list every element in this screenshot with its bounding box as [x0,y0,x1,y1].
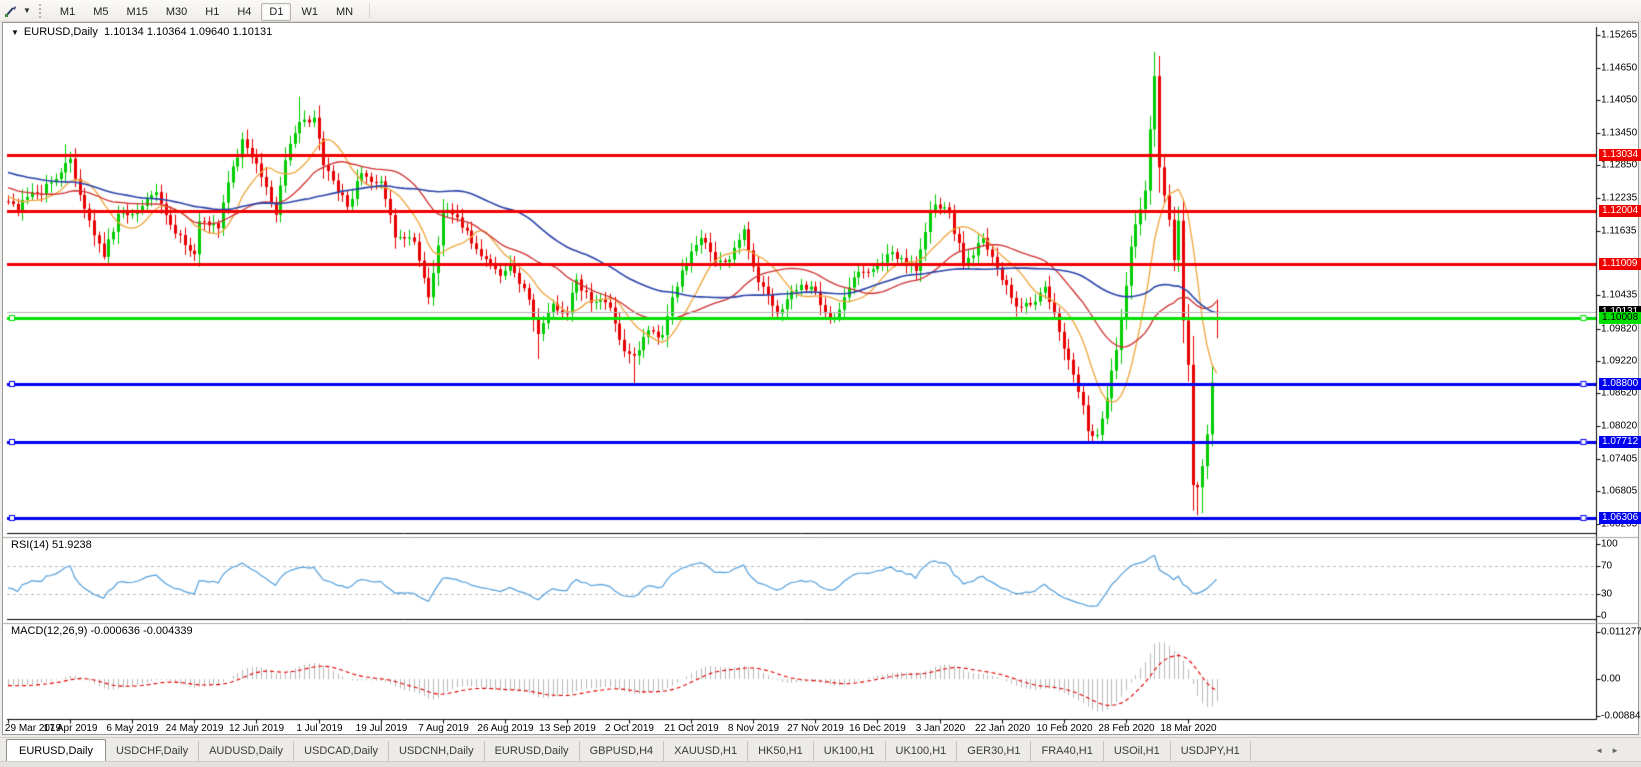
chart-tab-HK50-H1[interactable]: HK50,H1 [748,741,814,762]
chart-tab-USDCHF-Daily[interactable]: USDCHF,Daily [106,741,200,762]
chart-tabs: EURUSD,Daily USDCHF,Daily AUDUSD,Daily USDC… [0,738,1251,763]
chart-tab-UK100-H1[interactable]: UK100,H1 [814,741,886,762]
chart-tab-UK100-H1[interactable]: UK100,H1 [886,741,958,762]
toolbar-grip[interactable] [38,3,43,18]
chart-tab-USDCNH-Daily[interactable]: USDCNH,Daily [389,741,485,762]
timeframe-button-MN[interactable]: MN [328,3,361,21]
chart-tab-XAUUSD-H1[interactable]: XAUUSD,H1 [664,741,749,762]
chart-tab-AUDUSD-Daily[interactable]: AUDUSD,Daily [199,741,295,762]
tab-scroll-left-icon[interactable]: ◄ [1595,746,1611,755]
chart-window: ▼ EURUSD,Daily 1.10134 1.10364 1.09640 1.… [2,22,1641,735]
timeframe-button-W1[interactable]: W1 [293,3,326,21]
timeframe-button-M1[interactable]: M1 [52,3,83,21]
timeframe-button-D1[interactable]: D1 [261,2,292,21]
chart-tab-GER30-H1[interactable]: GER30,H1 [957,741,1032,762]
tab-scroll-arrows: ◄► [1595,746,1627,755]
mt4-terminal: ▼ M1 M5 M15 M30 H1 H4 D1 W1 MN ▼ EURUSD,Daily 1.1… [0,0,1641,767]
chart-tab-USDJPY-H1[interactable]: USDJPY,H1 [1171,741,1251,762]
chart-tab-FRA40-H1[interactable]: FRA40,H1 [1031,741,1104,762]
timeframe-toolbar: ▼ M1 M5 M15 M30 H1 H4 D1 W1 MN [0,0,1641,22]
chart-tab-EURUSD-Daily[interactable]: EURUSD,Daily [485,741,580,762]
timeframe-button-M15[interactable]: M15 [118,3,155,21]
chart-canvas[interactable] [3,23,1638,734]
chart-tab-bar: EURUSD,Daily USDCHF,Daily AUDUSD,Daily USDC… [0,737,1641,763]
chart-tab-GBPUSD-H4[interactable]: GBPUSD,H4 [580,741,665,762]
timeframe-button-H4[interactable]: H4 [229,3,259,21]
drawing-tool-icon[interactable]: ▼ [2,3,33,19]
toolbar-separator [369,3,371,18]
timeframe-button-M5[interactable]: M5 [85,3,116,21]
chart-tab-EURUSD-Daily[interactable]: EURUSD,Daily [6,739,106,763]
timeframe-button-M30[interactable]: M30 [158,3,195,21]
tab-scroll-right-icon[interactable]: ► [1611,746,1627,755]
chart-tab-USDCAD-Daily[interactable]: USDCAD,Daily [294,741,390,762]
crosshair-tool-glyph [5,5,16,17]
status-strip [0,761,1641,767]
timeframe-button-H1[interactable]: H1 [197,3,227,21]
timeframe-buttons: M1 M5 M15 M30 H1 H4 D1 W1 MN [51,2,362,21]
chevron-down-icon[interactable]: ▼ [23,6,31,15]
chart-tab-USOil-H1[interactable]: USOil,H1 [1104,741,1171,762]
